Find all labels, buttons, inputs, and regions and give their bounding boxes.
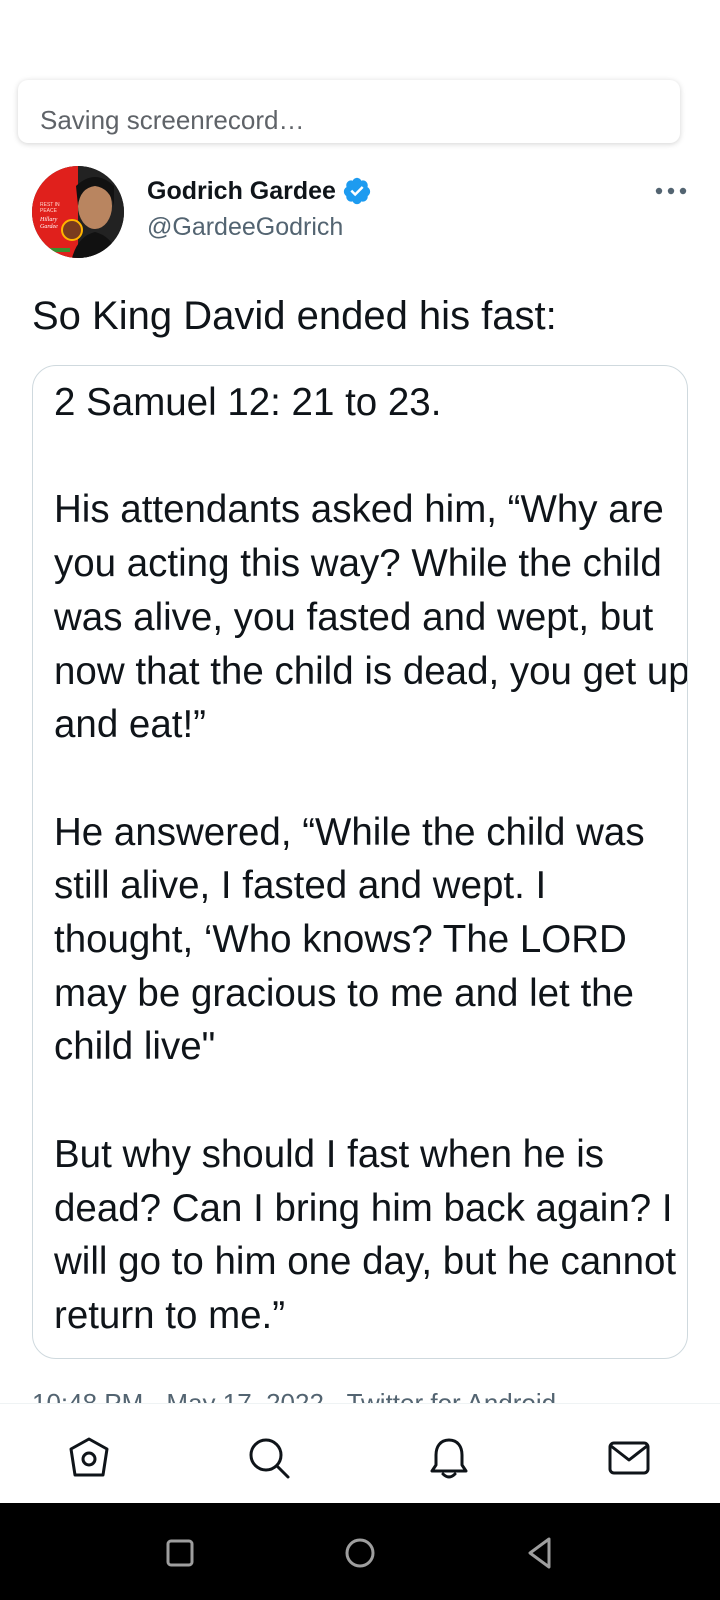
tab-notifications[interactable]	[426, 1435, 472, 1481]
tweet-timestamp: 10:48 PM · May 17, 2022 · Twitter for An…	[32, 1389, 556, 1403]
toast-text: Saving screenrecord…	[40, 105, 305, 135]
home-circle-icon[interactable]	[340, 1533, 380, 1573]
tweet-image-text: 2 Samuel 12: 21 to 23. His attendants as…	[54, 381, 688, 1337]
bottom-tab-bar	[0, 1403, 720, 1503]
more-options-icon[interactable]	[654, 186, 688, 196]
tweet-timestamp-text: 10:48 PM · May 17, 2022 · Twitter for An…	[32, 1389, 556, 1403]
tab-home[interactable]	[66, 1435, 112, 1481]
verified-badge-icon	[343, 177, 371, 205]
tweet-text: So King David ended his fast:	[32, 294, 557, 338]
notifications-icon	[430, 1438, 468, 1479]
recent-apps-icon[interactable]	[160, 1533, 200, 1573]
tweet-image-card[interactable]: 2 Samuel 12: 21 to 23. His attendants as…	[32, 365, 688, 1359]
author-name[interactable]: Godrich Gardee	[147, 177, 336, 206]
tweet-author[interactable]: Godrich Gardee @GardeeGodrich	[147, 176, 372, 242]
avatar-text-2: PEACE	[40, 208, 58, 214]
back-icon[interactable]	[520, 1533, 560, 1573]
home-icon	[69, 1437, 109, 1477]
toast-notification: Saving screenrecord…	[18, 80, 680, 143]
avatar-image: REST IN PEACE Hillary Gardee	[32, 166, 124, 258]
avatar-text-4: Gardee	[40, 224, 58, 230]
system-navigation-bar	[0, 1503, 720, 1600]
tab-messages[interactable]	[606, 1435, 652, 1481]
avatar[interactable]: REST IN PEACE Hillary Gardee	[32, 166, 124, 258]
screen: Saving screenrecord… REST IN PEACE Hilla…	[0, 0, 720, 1600]
author-handle[interactable]: @GardeeGodrich	[147, 213, 372, 242]
messages-icon	[608, 1441, 650, 1475]
tab-search[interactable]	[246, 1435, 292, 1481]
avatar-text-3: Hillary	[39, 217, 58, 223]
search-icon	[249, 1438, 290, 1479]
